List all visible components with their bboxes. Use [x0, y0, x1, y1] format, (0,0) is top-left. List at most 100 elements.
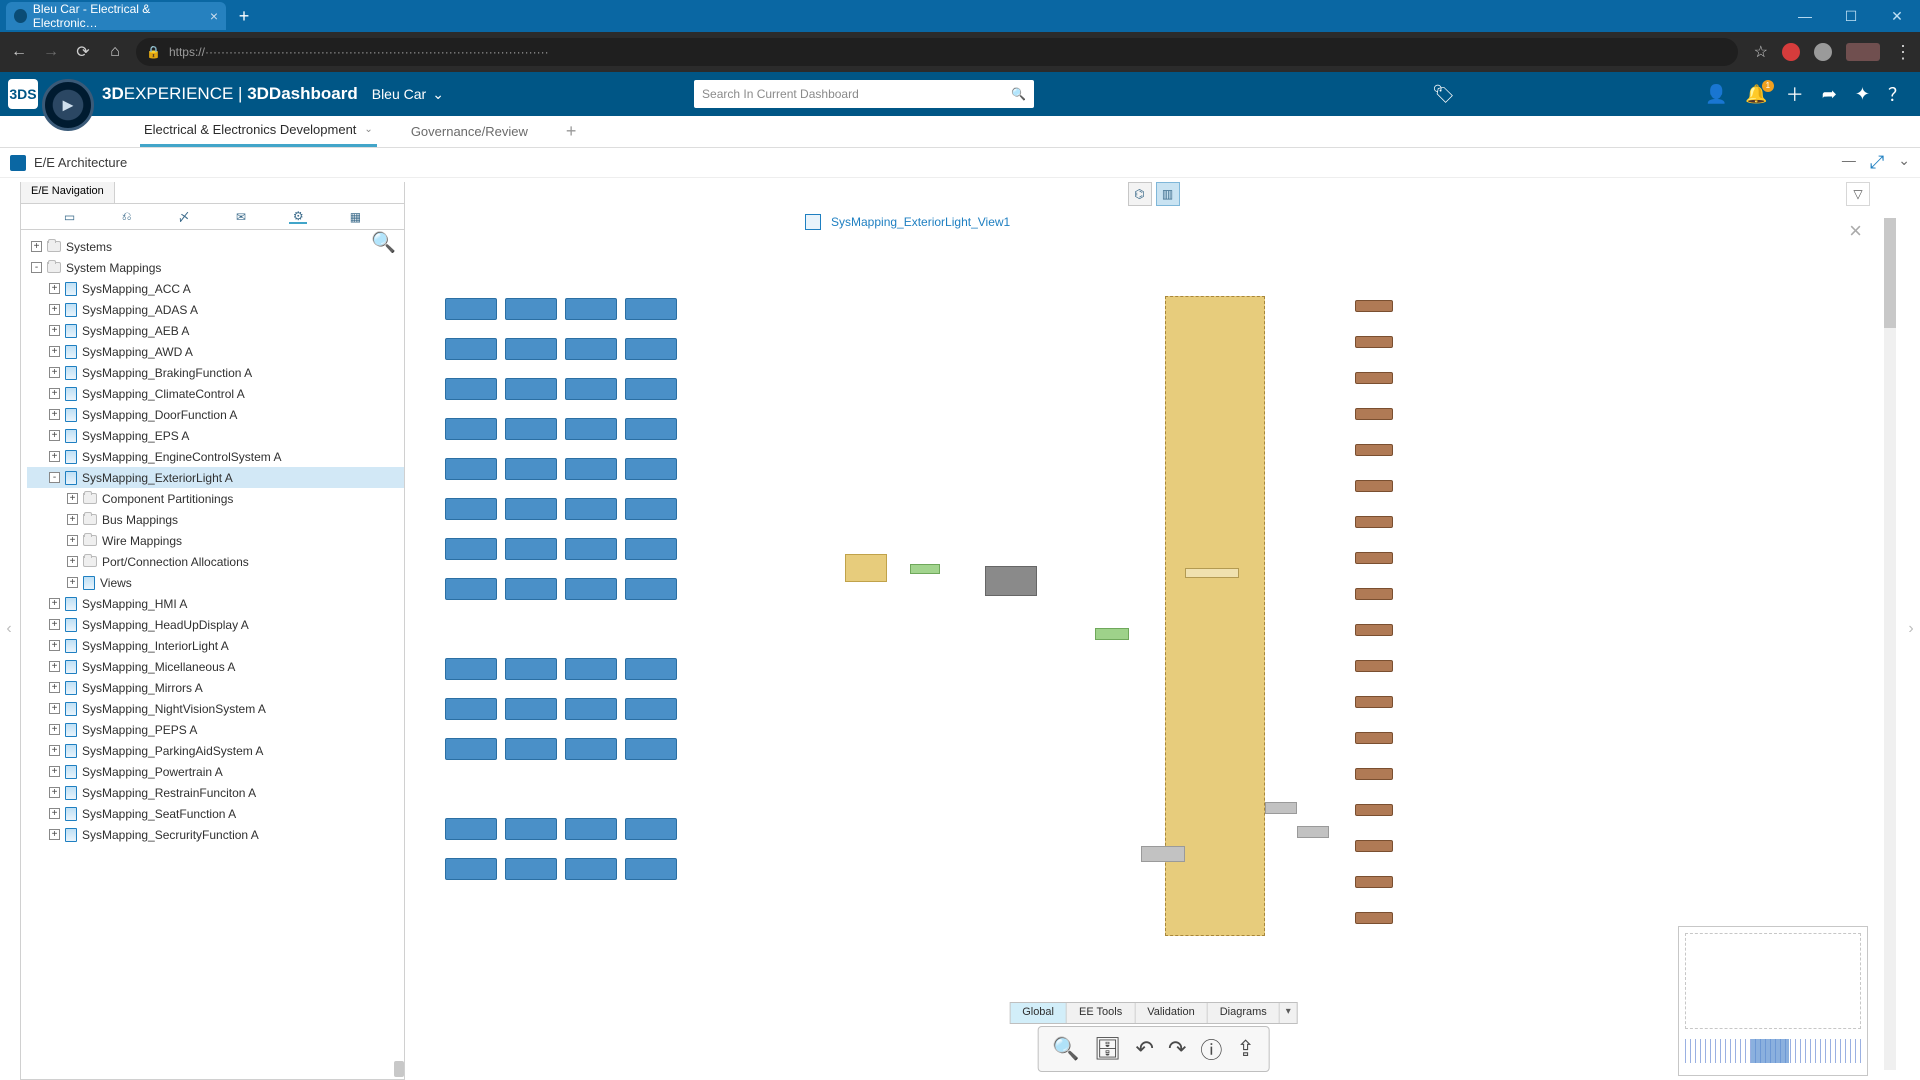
io-block[interactable] — [445, 578, 497, 600]
side-tool-graph-icon[interactable]: ⎌ — [118, 210, 136, 224]
io-block[interactable] — [565, 418, 617, 440]
tree-node[interactable]: +SysMapping_Micellaneous A — [27, 656, 404, 677]
io-block[interactable] — [565, 458, 617, 480]
tree-node[interactable]: +SysMapping_ClimateControl A — [27, 383, 404, 404]
expand-icon[interactable]: + — [49, 430, 60, 441]
btab-validation[interactable]: Validation — [1135, 1003, 1208, 1023]
tree-node[interactable]: +SysMapping_SeatFunction A — [27, 803, 404, 824]
panel-minimize-icon[interactable]: — — [1842, 152, 1856, 173]
io-block[interactable] — [445, 818, 497, 840]
tree-node[interactable]: +SysMapping_BrakingFunction A — [27, 362, 404, 383]
expand-icon[interactable]: + — [49, 367, 60, 378]
tree-node[interactable]: +SysMapping_HMI A — [27, 593, 404, 614]
tree-node[interactable]: +SysMapping_AEB A — [27, 320, 404, 341]
io-block[interactable] — [505, 818, 557, 840]
tree-node[interactable]: +SysMapping_InteriorLight A — [27, 635, 404, 656]
view-link[interactable]: SysMapping_ExteriorLight_View1 — [831, 215, 1010, 229]
io-block[interactable] — [625, 578, 677, 600]
tree-node[interactable]: +Port/Connection Allocations — [27, 551, 404, 572]
io-block[interactable] — [625, 338, 677, 360]
tree-node[interactable]: +SysMapping_EngineControlSystem A — [27, 446, 404, 467]
connector-block[interactable] — [845, 554, 887, 582]
io-block[interactable] — [505, 698, 557, 720]
io-block[interactable] — [505, 298, 557, 320]
output-block[interactable] — [1355, 912, 1393, 924]
io-block[interactable] — [565, 498, 617, 520]
tree-node[interactable]: +SysMapping_SecrurityFunction A — [27, 824, 404, 845]
minimize-button[interactable]: — — [1782, 0, 1828, 32]
left-handle[interactable]: ‹ — [0, 178, 18, 1080]
output-block[interactable] — [1355, 336, 1393, 348]
mode-graph-icon[interactable]: ⌬ — [1128, 182, 1152, 206]
expand-icon[interactable]: + — [67, 577, 78, 588]
io-block[interactable] — [625, 698, 677, 720]
io-block[interactable] — [445, 858, 497, 880]
output-block[interactable] — [1355, 804, 1393, 816]
ecu-block[interactable] — [985, 566, 1037, 596]
expand-icon[interactable]: + — [49, 304, 60, 315]
tree-node[interactable]: +SysMapping_RestrainFunciton A — [27, 782, 404, 803]
io-block[interactable] — [625, 538, 677, 560]
io-block[interactable] — [505, 458, 557, 480]
io-block[interactable] — [625, 858, 677, 880]
io-block[interactable] — [445, 538, 497, 560]
io-block[interactable] — [625, 658, 677, 680]
io-block[interactable] — [625, 418, 677, 440]
btab-diagrams[interactable]: Diagrams — [1208, 1003, 1280, 1023]
tree-node[interactable]: +SysMapping_ACC A — [27, 278, 404, 299]
expand-icon[interactable]: + — [49, 388, 60, 399]
output-block[interactable] — [1355, 516, 1393, 528]
tree-node[interactable]: -System Mappings — [27, 257, 404, 278]
output-block[interactable] — [1355, 444, 1393, 456]
io-block[interactable] — [625, 378, 677, 400]
io-block[interactable] — [565, 338, 617, 360]
btab-global[interactable]: Global — [1010, 1003, 1067, 1023]
io-block[interactable] — [505, 858, 557, 880]
minimap[interactable] — [1678, 926, 1868, 1076]
tool-undo-icon[interactable]: ↶ — [1136, 1036, 1154, 1062]
panel-chevron-icon[interactable]: ⌄ — [1898, 152, 1910, 173]
node-1[interactable] — [1265, 802, 1297, 814]
output-block[interactable] — [1355, 660, 1393, 672]
io-block[interactable] — [625, 458, 677, 480]
io-block[interactable] — [565, 858, 617, 880]
filter-icon[interactable]: ▽ — [1846, 182, 1870, 206]
share-icon[interactable]: ➦ — [1822, 84, 1837, 105]
io-block[interactable] — [445, 298, 497, 320]
tool-db-icon[interactable]: 🗄 — [1094, 1036, 1122, 1062]
expand-icon[interactable]: + — [49, 703, 60, 714]
io-block[interactable] — [565, 578, 617, 600]
output-block[interactable] — [1355, 696, 1393, 708]
expand-icon[interactable]: + — [49, 325, 60, 336]
browser-tab[interactable]: Bleu Car - Electrical & Electronic… × — [6, 2, 226, 30]
io-block[interactable] — [445, 458, 497, 480]
ds-logo-icon[interactable]: 3DS — [8, 79, 38, 109]
tree-node[interactable]: +Bus Mappings — [27, 509, 404, 530]
expand-icon[interactable]: + — [49, 766, 60, 777]
menu-icon[interactable]: ⋮ — [1894, 42, 1912, 63]
expand-icon[interactable]: + — [31, 241, 42, 252]
expand-icon[interactable]: + — [67, 535, 78, 546]
profile-avatar[interactable] — [1846, 43, 1880, 61]
io-block[interactable] — [625, 818, 677, 840]
io-block[interactable] — [565, 818, 617, 840]
expand-icon[interactable]: + — [49, 829, 60, 840]
forward-button[interactable]: → — [40, 41, 62, 63]
tree-node[interactable]: +SysMapping_AWD A — [27, 341, 404, 362]
tree-node[interactable]: +Views — [27, 572, 404, 593]
add-tab-button[interactable]: + — [562, 115, 581, 147]
output-block[interactable] — [1355, 408, 1393, 420]
expand-icon[interactable]: + — [67, 514, 78, 525]
search-icon[interactable]: 🔍 — [1011, 87, 1026, 101]
tag-icon[interactable]: 🏷 — [1432, 84, 1455, 105]
io-block[interactable] — [445, 338, 497, 360]
expand-icon[interactable]: + — [49, 682, 60, 693]
compass-icon[interactable] — [42, 79, 94, 131]
tree-node[interactable]: +SysMapping_Powertrain A — [27, 761, 404, 782]
url-bar[interactable]: 🔒 https://······························… — [136, 38, 1738, 66]
io-block[interactable] — [445, 658, 497, 680]
new-tab-button[interactable]: + — [232, 4, 256, 28]
io-block[interactable] — [445, 738, 497, 760]
expand-icon[interactable]: + — [49, 640, 60, 651]
expand-icon[interactable]: + — [49, 283, 60, 294]
